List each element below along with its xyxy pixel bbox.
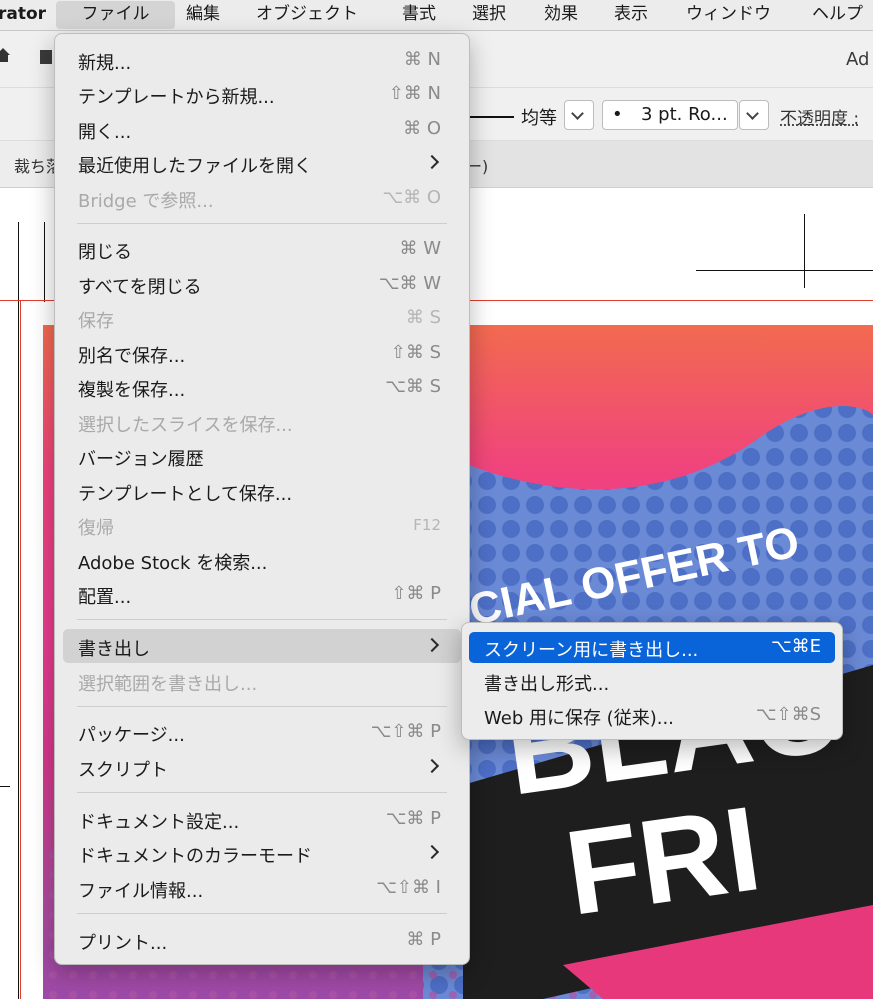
submenu-item-save-for-web[interactable]: Web 用に保存 (従来)... ⌥⇧⌘S — [469, 700, 835, 731]
menu-item-save-selected-slices: 選択したスライスを保存... — [78, 415, 293, 436]
menu-item-place[interactable]: 配置... ⇧⌘ P — [63, 577, 461, 611]
chevron-right-icon — [424, 154, 440, 170]
headline-bottom: FRI — [558, 781, 768, 941]
menu-separator — [77, 792, 447, 793]
guide-line — [0, 786, 10, 787]
brush-dropdown[interactable] — [739, 100, 769, 130]
menu-item-package[interactable]: パッケージ... ⌥⇧⌘ P — [63, 715, 461, 749]
menu-item-export[interactable]: 書き出し — [63, 629, 461, 663]
guide-line — [18, 222, 19, 999]
brush-dot-icon: • — [612, 104, 623, 125]
menu-item-document-setup[interactable]: ドキュメント設定... ⌥⌘ P — [63, 802, 461, 836]
stroke-preview — [468, 116, 514, 118]
menu-separator — [77, 619, 447, 620]
crop-mark — [804, 214, 805, 288]
menu-item-open-recent[interactable]: 最近使用したファイルを開く — [63, 146, 461, 180]
stroke-profile-dropdown[interactable] — [564, 100, 594, 130]
menu-item-version-history[interactable]: バージョン履歴 — [63, 439, 461, 473]
menu-file[interactable]: ファイル — [56, 1, 175, 29]
menu-item-close[interactable]: 閉じる ⌘ W — [63, 232, 461, 266]
brush-name: 3 pt. Ro... — [641, 104, 728, 125]
chevron-down-icon — [571, 107, 584, 120]
menu-item-export-selection: 選択範囲を書き出し... — [78, 674, 258, 695]
menu-edit[interactable]: 編集 — [186, 0, 220, 30]
menu-window[interactable]: ウィンドウ — [686, 0, 771, 30]
home-icon[interactable] — [0, 48, 10, 62]
guide-line — [44, 222, 45, 302]
menu-help[interactable]: ヘルプ — [812, 0, 863, 30]
chevron-right-icon — [424, 844, 440, 860]
export-submenu: スクリーン用に書き出し... ⌥⌘E 書き出し形式... Web 用に保存 (従来… — [461, 622, 843, 740]
opacity-label[interactable]: 不透明度 : — [780, 104, 859, 129]
document-icon[interactable] — [40, 50, 52, 64]
menu-bar: rator ファイル 編集 オブジェクト 書式 選択 効果 表示 ウィンドウ ヘ… — [0, 0, 873, 31]
menu-item-close-all[interactable]: すべてを閉じる ⌥⌘ W — [63, 267, 461, 301]
menu-item-browse-bridge: Bridge で参照... ⌥⌘ O — [78, 187, 441, 212]
submenu-item-export-for-screens[interactable]: スクリーン用に書き出し... ⌥⌘E — [469, 632, 835, 663]
menu-separator — [77, 223, 447, 224]
menu-item-save-copy[interactable]: 複製を保存... ⌥⌘ S — [63, 370, 461, 404]
crop-mark — [696, 270, 873, 271]
chevron-down-icon — [746, 107, 759, 120]
menu-separator — [77, 913, 447, 914]
menu-item-open[interactable]: 開く... ⌘ O — [63, 112, 461, 146]
bleed-line — [20, 300, 21, 999]
menu-item-search-adobe-stock[interactable]: Adobe Stock を検索... — [63, 543, 461, 577]
menu-effect[interactable]: 効果 — [544, 0, 578, 30]
menu-item-file-info[interactable]: ファイル情報... ⌥⇧⌘ I — [63, 871, 461, 905]
chevron-right-icon — [424, 758, 440, 774]
app-menu[interactable]: rator — [0, 0, 46, 30]
menu-item-print[interactable]: プリント... ⌘ P — [63, 923, 461, 957]
menu-item-new[interactable]: 新規... ⌘ N — [63, 43, 461, 77]
menu-object[interactable]: オブジェクト — [256, 0, 358, 30]
menu-separator — [77, 706, 447, 707]
menu-item-save: 保存 ⌘ S — [78, 307, 441, 332]
menu-type[interactable]: 書式 — [402, 0, 436, 30]
menu-item-document-color-mode[interactable]: ドキュメントのカラーモード — [63, 836, 461, 870]
menu-item-save-as-template[interactable]: テンプレートとして保存... — [63, 474, 461, 508]
stroke-profile-label: 均等 — [521, 108, 557, 129]
menu-item-new-from-template[interactable]: テンプレートから新規... ⇧⌘ N — [63, 77, 461, 111]
menu-item-scripts[interactable]: スクリプト — [63, 750, 461, 784]
file-menu-dropdown: 新規... ⌘ N テンプレートから新規... ⇧⌘ N 開く... ⌘ O 最近使用… — [54, 33, 470, 965]
submenu-item-export-as[interactable]: 書き出し形式... — [469, 666, 835, 697]
menu-view[interactable]: 表示 — [614, 0, 648, 30]
menu-select[interactable]: 選択 — [472, 0, 506, 30]
menu-item-revert: 復帰 F12 — [78, 516, 441, 539]
menu-item-save-as[interactable]: 別名で保存... ⇧⌘ S — [63, 336, 461, 370]
chevron-right-icon — [424, 637, 440, 653]
app-title-fragment: Ad — [846, 49, 870, 70]
